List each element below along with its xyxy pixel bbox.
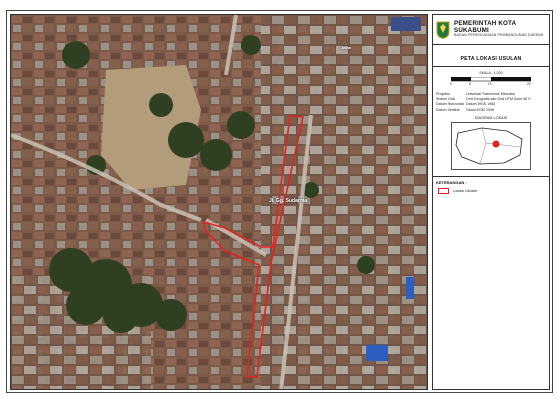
legend-swatch — [438, 187, 449, 194]
satellite-map[interactable]: Jl. Gg. Sudarma Jalan — [10, 14, 428, 390]
legend-label: Lokasi Usulan — [453, 188, 477, 193]
scale-label: SKALA : 1:200 — [479, 71, 503, 75]
info-value: Geoid EGM 2008 — [466, 107, 494, 112]
org-subtitle: BADAN PERENCANAAN PEMBANGUNAN DAERAH — [454, 33, 544, 38]
city-emblem-icon — [436, 21, 450, 39]
street-label: Jl. Gg. Sudarma — [269, 198, 308, 204]
scale-tick: 0 — [450, 82, 452, 86]
legend-title: KETERANGAN : — [433, 175, 549, 185]
info-key: Datum Vertikal — [436, 107, 460, 112]
scale-tick: 20 — [527, 82, 531, 86]
street-label: Jalan — [341, 45, 352, 50]
projection-info: Proyeksi Universal Transverse Mercator Si… — [433, 92, 549, 113]
inset-location-marker — [492, 140, 500, 148]
satellite-imagery — [11, 15, 427, 389]
map-title: PETA LOKASI USULAN — [460, 56, 522, 62]
legend-item: Lokasi Usulan — [433, 185, 549, 197]
org-name: PEMERINTAH KOTA SUKABUMI — [454, 19, 517, 34]
inset-map-title: DIAGRAM LOKASI — [474, 115, 508, 120]
scale-tick: 5 — [469, 82, 471, 86]
map-info-panel: PEMERINTAH KOTA SUKABUMI BADAN PERENCANA… — [432, 14, 550, 390]
scale-tick: 10 — [488, 82, 492, 86]
scale-ticks: 0 5 10 20 — [450, 82, 531, 88]
panel-header: PEMERINTAH KOTA SUKABUMI BADAN PERENCANA… — [433, 15, 549, 45]
inset-location-map — [451, 121, 531, 170]
